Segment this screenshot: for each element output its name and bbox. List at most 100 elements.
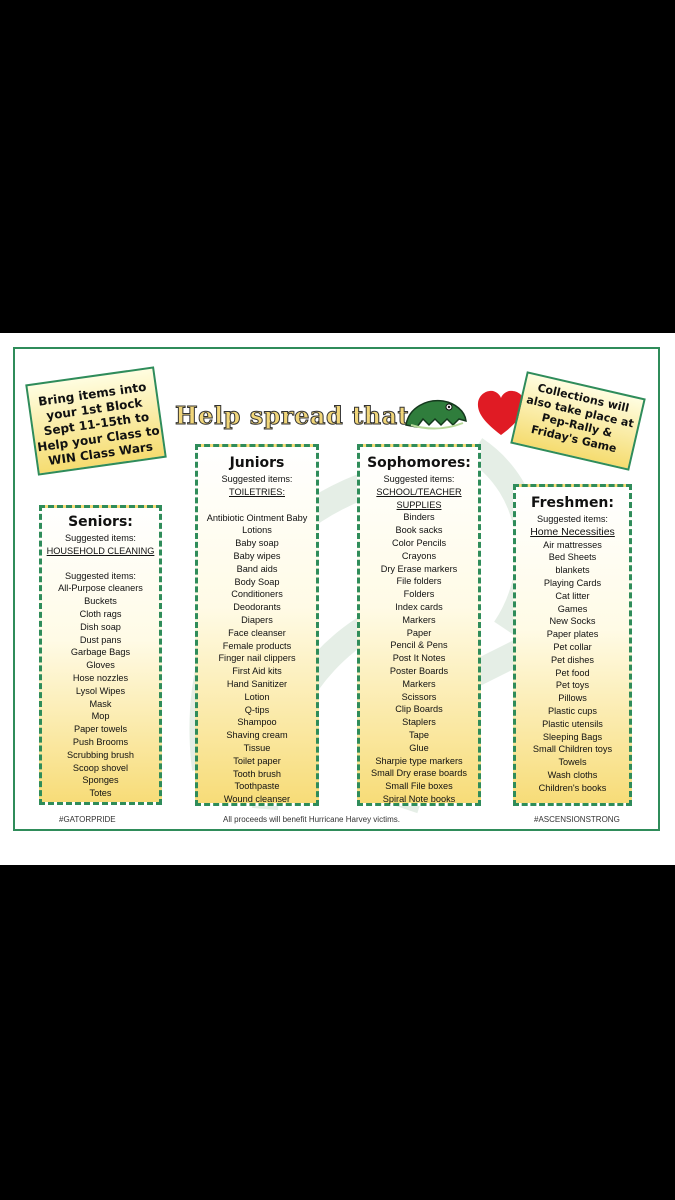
list-item: Paper towels <box>73 724 128 735</box>
column-title: Seniors: <box>68 514 133 530</box>
list-item: Scoop shovel <box>72 762 129 773</box>
list-item: Shampoo <box>237 717 277 728</box>
list-item: Dust pans <box>79 634 122 645</box>
list-item: Games <box>557 603 588 614</box>
list-item: Small File boxes <box>385 781 453 792</box>
list-item: Air mattresses <box>543 539 602 550</box>
list-item: Color Pencils <box>391 537 447 548</box>
list-item: Gloves <box>86 660 115 671</box>
column-title: Freshmen: <box>530 495 614 511</box>
list-item: Tape <box>409 729 429 740</box>
list-item: Staplers <box>402 717 436 728</box>
suggested-label: Suggested items: <box>383 474 455 484</box>
list-item: All-Purpose cleaners <box>58 583 143 594</box>
list-item: Face cleanser <box>228 627 286 638</box>
list-item: Toothpaste <box>234 781 280 792</box>
category-label: HOUSEHOLD CLEANING <box>46 545 155 556</box>
list-item: Paper <box>406 627 432 638</box>
item-list: All-Purpose cleaners Buckets Cloth rags Dis… <box>42 582 159 800</box>
list-item: Sponges <box>82 775 119 786</box>
list-item: Totes <box>89 788 112 799</box>
list-item: Lysol Wipes <box>75 685 126 696</box>
list-item: Spiral Note books <box>382 793 456 804</box>
list-item: Cat litter <box>555 590 590 601</box>
list-item: Poster Boards <box>389 665 449 676</box>
list-item: Garbage Bags <box>70 647 131 658</box>
list-item: Folders <box>403 589 435 600</box>
list-item: Children's books <box>538 782 607 793</box>
list-item: Finger nail clippers <box>218 653 296 664</box>
list-item: Markers <box>402 614 436 625</box>
column-title: Sophomores: <box>367 455 471 471</box>
list-item: Glue <box>409 742 429 753</box>
list-item: Plastic utensils <box>542 718 603 729</box>
list-item: Index cards <box>395 601 443 612</box>
list-item: Lotion <box>244 691 270 702</box>
list-item: blankets <box>555 565 590 576</box>
list-item: Deodorants <box>233 602 281 613</box>
footer-note: All proceeds will benefit Hurricane Harv… <box>223 815 400 824</box>
list-item: Pencil & Pens <box>390 640 448 651</box>
flyer-frame: Bring items into your 1st Block Sept 11-… <box>13 347 660 831</box>
list-item: Pet dishes <box>551 654 594 665</box>
suggested-label: Suggested items: <box>221 474 293 484</box>
footer-hashtag-right: #ASCENSIONSTRONG <box>534 815 620 824</box>
list-item: Markers <box>402 678 436 689</box>
list-item: Paper plates <box>546 629 599 640</box>
list-item: Pet food <box>555 667 590 678</box>
list-item: Small Children toys <box>532 744 613 755</box>
list-item: Scrubbing brush <box>67 749 134 760</box>
list-item: Pet toys <box>555 680 590 691</box>
list-item: Dry Erase markers <box>380 563 458 574</box>
list-item: Clip Boards <box>395 704 443 715</box>
suggested-label: Suggested items: <box>65 570 136 581</box>
list-item: Small Dry erase boards <box>371 768 467 779</box>
list-item: First Aid kits <box>232 666 282 677</box>
gator-icon <box>405 399 467 430</box>
list-item: Tooth brush <box>232 768 281 779</box>
headline-text: Help spread that <box>174 401 410 431</box>
category-label: TOILETRIES: <box>229 486 285 497</box>
flyer: Bring items into your 1st Block Sept 11-… <box>0 333 675 865</box>
item-list: Binders Book sacks Color Pencils Crayons Dry… <box>360 511 478 805</box>
item-list: Antibiotic Ointment Baby Lotions Baby soap… <box>198 512 316 806</box>
category-label: Home Necessities <box>530 525 615 538</box>
list-item: Pet collar <box>553 641 592 652</box>
footer-hashtag-left: #GATORPRIDE <box>59 815 116 824</box>
list-item: Toilet paper <box>233 755 281 766</box>
seniors-column: Seniors: Suggested items: HOUSEHOLD CLEA… <box>39 505 162 805</box>
list-item: Hand Sanitizer <box>226 678 288 689</box>
column-title: Juniors <box>229 455 285 471</box>
sophomores-column: Sophomores: Suggested items: SCHOOL/TEAC… <box>357 444 481 806</box>
list-item: Baby wipes <box>233 550 281 561</box>
list-item: Towels <box>558 757 587 768</box>
list-item: Shaving cream <box>226 730 288 741</box>
list-item: New Socks <box>549 616 596 627</box>
list-item: Sharpie type markers <box>375 755 463 766</box>
list-item: Playing Cards <box>543 577 602 588</box>
list-item: Dish soap <box>80 621 121 632</box>
list-item: Mop <box>91 711 110 722</box>
category-label: SCHOOL/TEACHER SUPPLIES <box>376 486 462 510</box>
list-item: Wound cleanser <box>223 794 291 805</box>
list-item: Crayons <box>401 550 437 561</box>
list-item: File folders <box>396 576 442 587</box>
list-item: Post It Notes <box>392 653 446 664</box>
list-item: Scissors <box>401 691 437 702</box>
list-item: Buckets <box>84 596 117 607</box>
list-item: Wash cloths <box>547 769 598 780</box>
list-item: Baby soap <box>235 538 279 549</box>
list-item: Tissue <box>243 742 271 753</box>
list-item: Conditioners <box>231 589 283 600</box>
item-list: Air mattresses Bed Sheets blankets Playing … <box>516 539 629 795</box>
list-item: Body Soap <box>234 576 280 587</box>
list-item: Band aids <box>236 563 278 574</box>
list-item: Sleeping Bags <box>542 731 603 742</box>
list-item: Cloth rags <box>79 608 122 619</box>
list-item: Binders <box>403 512 435 523</box>
class-wars-note: Bring items into your 1st Block Sept 11-… <box>25 366 167 476</box>
list-item: Bed Sheets <box>548 552 597 563</box>
suggested-label: Suggested items: <box>537 514 608 524</box>
list-item: Pillows <box>558 693 587 704</box>
list-item: Mask <box>89 698 112 709</box>
